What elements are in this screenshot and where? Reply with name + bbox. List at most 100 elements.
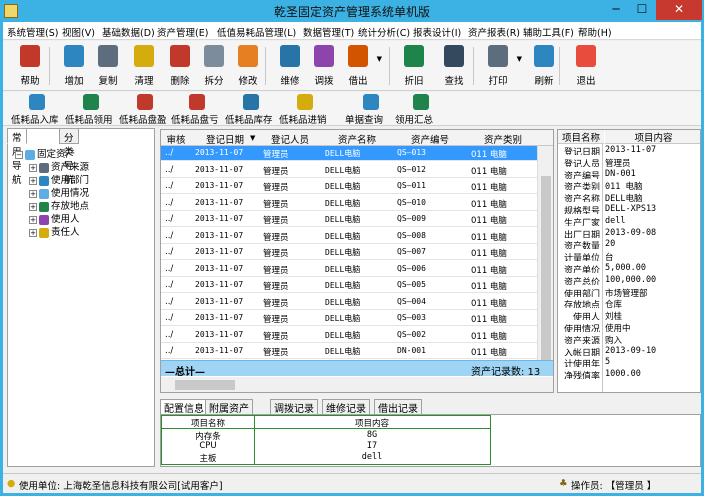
delete-button[interactable]: 删除 xyxy=(163,43,197,89)
tree-item[interactable]: + 资产来源 xyxy=(29,159,89,173)
tree-root[interactable]: − 固定资产 xyxy=(15,146,75,160)
exit-button[interactable]: 退出 xyxy=(569,43,603,89)
menu-item[interactable]: 低值易耗品管理(L) xyxy=(217,25,296,39)
scroll-thumb[interactable] xyxy=(175,380,235,390)
doc-query-icon xyxy=(363,94,379,110)
toolbar-label: 查找 xyxy=(444,76,464,87)
menu-item[interactable]: 基础数据(D) xyxy=(102,25,155,39)
table-cell: 011 电脑 xyxy=(471,298,507,309)
lv-deficit-button[interactable]: 低耗品盘亏 xyxy=(171,93,223,126)
minimize-button[interactable]: ─ xyxy=(603,0,629,20)
repair-button[interactable]: 维修 xyxy=(273,43,307,89)
clear-button[interactable]: 清理 xyxy=(127,43,161,89)
toolbar-label: 修改 xyxy=(238,76,258,87)
scroll-thumb[interactable] xyxy=(541,176,551,366)
grid-horizontal-scrollbar[interactable] xyxy=(161,377,553,392)
menu-item[interactable]: 资产管理(E) xyxy=(157,25,208,39)
print-button[interactable]: 打印 ▼ xyxy=(481,43,522,89)
menu-item[interactable]: 帮助(H) xyxy=(578,25,612,39)
column-header[interactable]: 资产编号 xyxy=(393,132,467,146)
close-button[interactable]: ✕ xyxy=(656,0,702,20)
column-header[interactable]: 登记日期 xyxy=(191,132,259,146)
tab-common-navigation[interactable]: 常用导航 xyxy=(7,128,27,186)
tab-bottom[interactable]: 维修记录 xyxy=(322,399,370,415)
add-button[interactable]: 增加 xyxy=(57,43,91,89)
maximize-button[interactable]: ☐ xyxy=(629,0,655,20)
transfer-button[interactable]: 调拨 xyxy=(307,43,341,89)
detail-field-value: 刘桂 xyxy=(605,312,623,321)
detail-header-content: 项目内容 xyxy=(605,130,700,144)
tab-bottom[interactable]: 配置信息 xyxy=(160,399,208,415)
menu-item[interactable]: 视图(V) xyxy=(62,25,95,39)
tree-item[interactable]: + 存放地点 xyxy=(29,198,89,212)
menu-item[interactable]: 辅助工具(F) xyxy=(523,25,574,39)
tree-item[interactable]: + 使用人 xyxy=(29,211,80,225)
depreciation-button[interactable]: 折旧 xyxy=(397,43,431,89)
tab-bottom[interactable]: 调拨记录 xyxy=(270,399,318,415)
split-icon xyxy=(204,45,224,67)
find-button[interactable]: 查找 xyxy=(437,43,471,89)
column-header[interactable]: 资产类别 xyxy=(467,132,539,146)
tree-item[interactable]: + 责任人 xyxy=(29,224,80,238)
operator-icon: ♣ xyxy=(559,478,568,489)
table-row[interactable]: ../ 2013-11-07 管理员 DELL电脑 QS—011 011 电脑 xyxy=(161,179,539,194)
detail-field-name: 出厂日期 xyxy=(563,230,600,238)
copy-button[interactable]: 复制 xyxy=(91,43,125,89)
dropdown-arrow-icon[interactable]: ▼ xyxy=(517,55,522,63)
lv-stockin-button[interactable]: 低耗品入库 xyxy=(11,93,63,126)
dropdown-arrow-icon[interactable]: ▼ xyxy=(377,55,382,63)
config-table: 项目名称 项目内容 内存条 8G CPU I7 主板 dell xyxy=(161,415,491,465)
refresh-button[interactable]: 刷新 xyxy=(527,43,561,89)
table-row[interactable]: ../ 2013-11-07 管理员 DELL电脑 QS—002 011 电脑 xyxy=(161,328,539,343)
table-row[interactable]: ../ 2013-11-07 管理员 DELL电脑 DN-001 011 电脑 xyxy=(161,344,539,359)
grid-vertical-scrollbar[interactable] xyxy=(537,146,553,366)
help-button[interactable]: 帮助 xyxy=(13,43,47,89)
table-cell: 管理员 xyxy=(263,298,289,309)
split-button[interactable]: 拆分 xyxy=(197,43,231,89)
tab-category-navigation[interactable]: 分类导航 xyxy=(59,128,79,186)
lend-button[interactable]: 借出 ▼ xyxy=(341,43,382,89)
table-row[interactable]: ../ 2013-11-07 管理员 DELL电脑 QS—008 011 电脑 xyxy=(161,229,539,244)
use-summary-button[interactable]: 领用汇总 xyxy=(395,93,447,126)
menu-item[interactable]: 数据管理(T) xyxy=(303,25,354,39)
table-cell: QS—002 xyxy=(397,329,426,339)
table-row[interactable]: ../ 2013-11-07 管理员 DELL电脑 QS—010 011 电脑 xyxy=(161,196,539,211)
column-header[interactable]: 资产名称 xyxy=(321,132,393,146)
detail-field-name: 资产编号 xyxy=(563,171,600,179)
menu-item[interactable]: 资产报表(R) xyxy=(468,25,520,39)
menu-item[interactable]: 系统管理(S) xyxy=(7,25,58,39)
edit-icon xyxy=(238,45,258,67)
table-cell: ../ xyxy=(165,329,174,340)
lv-inventory-button[interactable]: 低耗品库存 xyxy=(225,93,277,126)
delete-icon xyxy=(170,45,190,67)
detail-field-name: 资产数量 xyxy=(563,242,600,250)
table-row[interactable]: ../ 2013-11-07 管理员 DELL电脑 QS—003 011 电脑 xyxy=(161,311,539,326)
transfer-icon xyxy=(314,45,334,67)
table-row[interactable]: ../ 2013-11-07 管理员 DELL电脑 QS—006 011 电脑 xyxy=(161,262,539,277)
table-cell: 011 电脑 xyxy=(471,183,507,193)
table-row[interactable]: ../ 2013-11-07 管理员 DELL电脑 QS—007 011 电脑 xyxy=(161,245,539,260)
menu-item[interactable]: 统计分析(C) xyxy=(358,25,410,39)
table-row[interactable]: ../ 2013-11-07 管理员 DELL电脑 QS—004 011 电脑 xyxy=(161,295,539,310)
detail-field-name: 生产厂家 xyxy=(563,218,600,226)
tree-item[interactable]: + 使用情况 xyxy=(29,185,89,199)
tree-item[interactable]: + 使用部门 xyxy=(29,172,89,186)
lv-use-button[interactable]: 低耗品领用 xyxy=(65,93,117,126)
table-cell: 011 电脑 xyxy=(471,199,507,210)
lv-surplus-button[interactable]: 低耗品盘盈 xyxy=(119,93,171,126)
doc-query-button[interactable]: 单据查询 xyxy=(345,93,397,126)
sort-desc-icon[interactable]: ▼ xyxy=(250,134,255,142)
table-row[interactable]: ../ 2013-11-07 管理员 DELL电脑 QS—013 011 电脑 xyxy=(161,146,539,161)
lv-purchase-sales-button[interactable]: 低耗品进销 xyxy=(279,93,331,126)
column-header[interactable]: 登记人员 xyxy=(259,132,321,146)
edit-button[interactable]: 修改 xyxy=(231,43,265,89)
tab-bottom[interactable]: 借出记录 xyxy=(374,399,422,415)
column-header[interactable]: 审核 xyxy=(161,132,191,146)
status-bar: ● 使用单位: 上海乾圣信息科技有限公司[试用客户] ♣ 操作员: 【管理员 】 xyxy=(3,473,701,493)
tab-bottom[interactable]: 附属资产 xyxy=(205,399,253,415)
detail-field-name: 计量单位 xyxy=(563,254,600,262)
table-row[interactable]: ../ 2013-11-07 管理员 DELL电脑 QS—012 011 电脑 xyxy=(161,163,539,178)
menu-item[interactable]: 报表设计(I) xyxy=(413,25,461,39)
table-row[interactable]: ../ 2013-11-07 管理员 DELL电脑 QS—009 011 电脑 xyxy=(161,212,539,227)
table-row[interactable]: ../ 2013-11-07 管理员 DELL电脑 QS—005 011 电脑 xyxy=(161,278,539,293)
